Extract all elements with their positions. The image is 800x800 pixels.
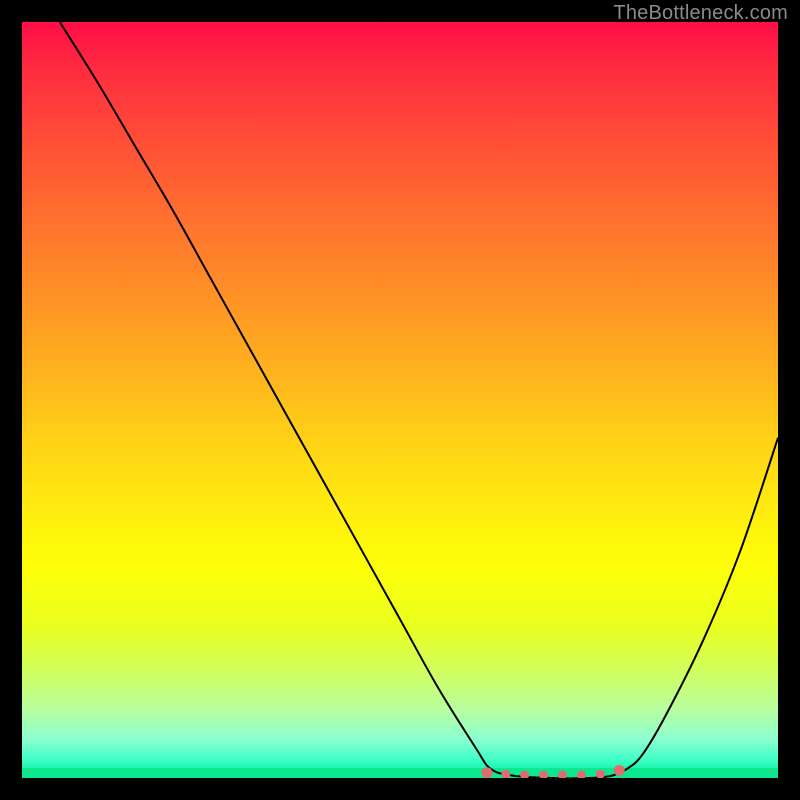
highlight-point bbox=[501, 770, 510, 778]
highlight-point bbox=[481, 767, 492, 778]
highlight-point bbox=[520, 770, 529, 778]
highlight-point bbox=[596, 770, 605, 778]
highlight-point bbox=[577, 770, 586, 778]
chart-container: TheBottleneck.com bbox=[0, 0, 800, 800]
bottleneck-curve bbox=[60, 22, 778, 778]
highlight-points-group bbox=[481, 765, 624, 778]
highlight-point bbox=[558, 770, 567, 778]
highlight-point bbox=[614, 765, 625, 776]
chart-svg bbox=[22, 22, 778, 778]
highlight-point bbox=[539, 770, 548, 778]
watermark-text: TheBottleneck.com bbox=[613, 2, 788, 25]
